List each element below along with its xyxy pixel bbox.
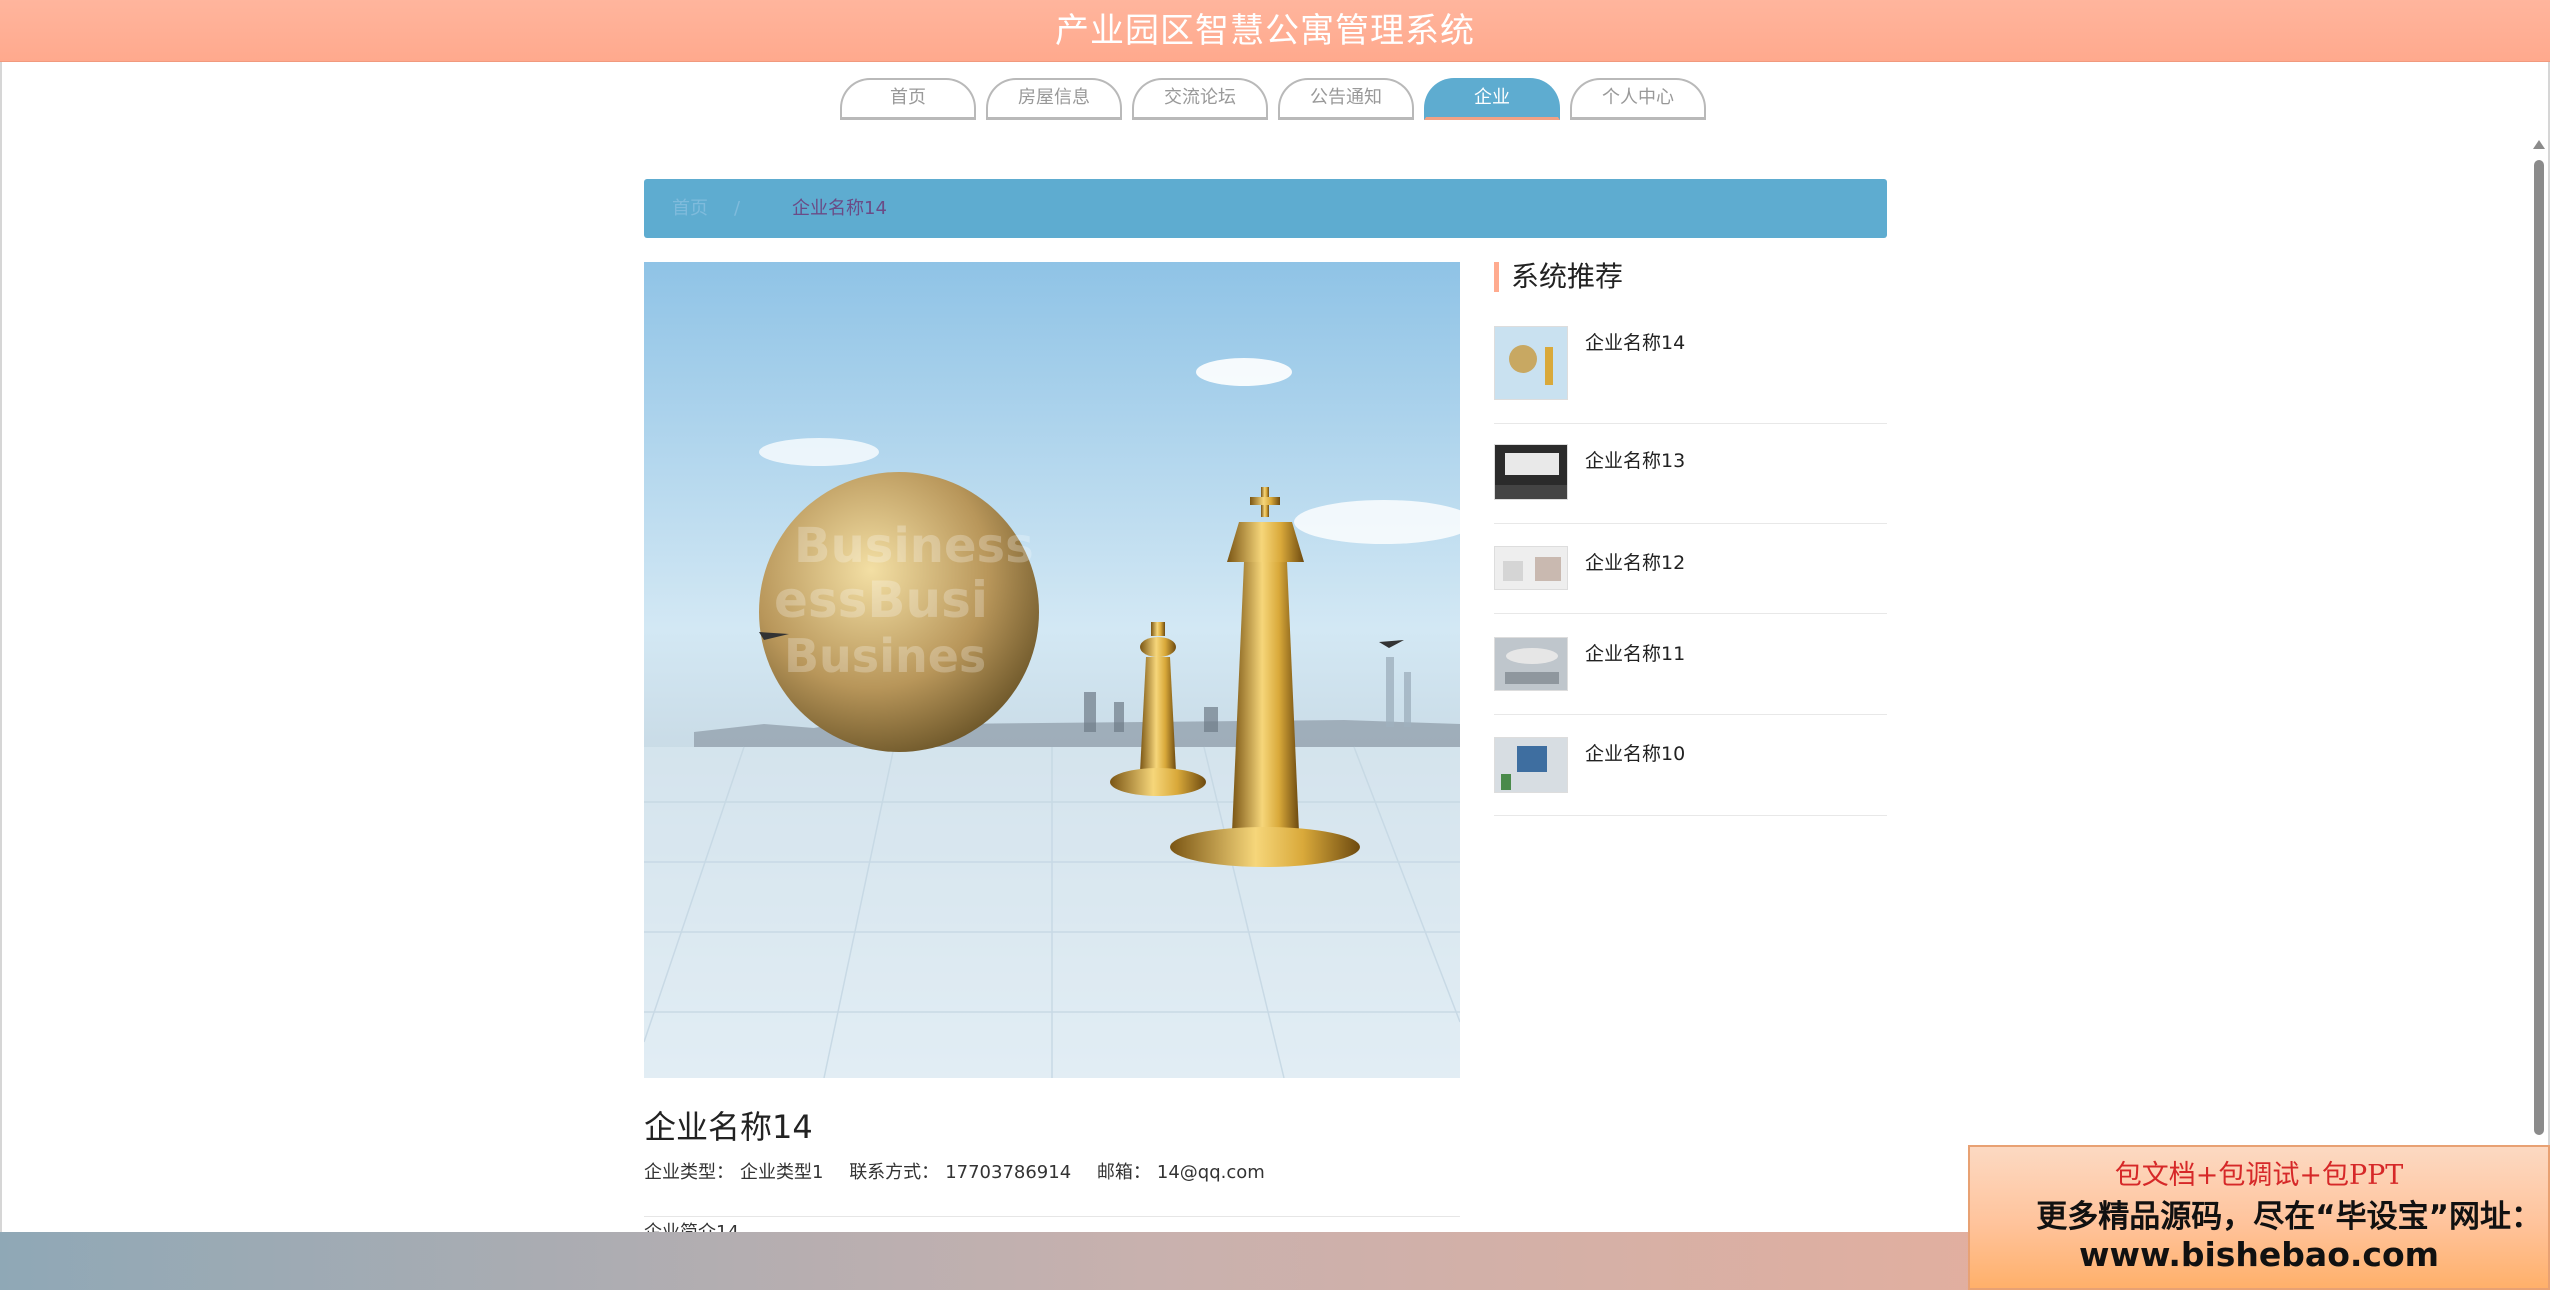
recommend-thumbnail[interactable] — [1494, 326, 1568, 400]
promo-line-1: 包文档+包调试+包PPT — [2114, 1160, 2404, 1191]
nav-item-enterprise[interactable]: 企业 — [1424, 78, 1560, 120]
breadcrumb-separator: / — [734, 198, 741, 219]
breadcrumb: 首页 / 企业名称14 — [644, 179, 1887, 238]
nav-item-forum[interactable]: 交流论坛 — [1132, 78, 1268, 120]
nav-item-home[interactable]: 首页 — [840, 78, 976, 120]
nav-item-personal-center[interactable]: 个人中心 — [1570, 78, 1706, 120]
recommend-thumbnail[interactable] — [1494, 546, 1568, 590]
top-header: 产业园区智慧公寓管理系统 — [0, 0, 2550, 62]
recommend-item-name[interactable]: 企业名称10 — [1585, 739, 1685, 766]
recommend-item-name[interactable]: 企业名称13 — [1585, 446, 1685, 473]
enterprise-type-value: 企业类型1 — [740, 1162, 824, 1183]
promo-line-2: 更多精品源码，尽在“毕设宝”网址： — [2036, 1199, 2542, 1235]
enterprise-title: 企业名称14 — [644, 1108, 813, 1146]
svg-text:essBusi: essBusi — [774, 571, 988, 629]
recommend-item[interactable]: 企业名称10 — [1494, 737, 1887, 816]
nav-item-housing[interactable]: 房屋信息 — [986, 78, 1122, 120]
scroll-up-arrow-icon[interactable] — [2533, 140, 2545, 149]
recommend-item[interactable]: 企业名称13 — [1494, 444, 1887, 524]
enterprise-meta: 企业类型： 企业类型1 联系方式： 17703786914 邮箱： 14@qq.com — [644, 1158, 1271, 1184]
enterprise-main-image: Business essBusi Busines — [644, 262, 1460, 1078]
svg-text:Business: Business — [794, 518, 1034, 574]
recommend-thumbnail[interactable] — [1494, 737, 1568, 793]
breadcrumb-current: 企业名称14 — [792, 198, 887, 219]
recommend-item-name[interactable]: 企业名称11 — [1585, 639, 1685, 666]
promo-url[interactable]: www.bishebao.com — [1970, 1235, 2548, 1274]
site-title: 产业园区智慧公寓管理系统 — [1055, 11, 1475, 51]
recommend-item[interactable]: 企业名称11 — [1494, 637, 1887, 715]
enterprise-contact-value: 17703786914 — [945, 1162, 1072, 1183]
enterprise-email-label: 邮箱： — [1096, 1162, 1151, 1183]
scrollbar-thumb[interactable] — [2534, 160, 2544, 1135]
recommend-item[interactable]: 企业名称14 — [1494, 322, 1887, 424]
detail-divider — [644, 1216, 1460, 1217]
nav-item-notices[interactable]: 公告通知 — [1278, 78, 1414, 120]
promo-banner[interactable]: 包文档+包调试+包PPT 更多精品源码，尽在“毕设宝”网址： www.bishe… — [1968, 1145, 2550, 1290]
recommend-thumbnail[interactable] — [1494, 637, 1568, 691]
page-scrollbar[interactable] — [2530, 140, 2548, 1140]
recommend-item[interactable]: 企业名称12 — [1494, 546, 1887, 614]
recommend-item-name[interactable]: 企业名称12 — [1585, 548, 1685, 575]
recommend-item-name[interactable]: 企业名称14 — [1585, 328, 1685, 355]
enterprise-type-label: 企业类型： — [644, 1162, 734, 1183]
breadcrumb-home-link[interactable]: 首页 — [672, 179, 708, 238]
recommend-heading: 系统推荐 — [1494, 262, 1623, 292]
recommend-thumbnail[interactable] — [1494, 444, 1568, 500]
main-nav: 首页 房屋信息 交流论坛 公告通知 企业 个人中心 — [840, 78, 1720, 122]
svg-text:Busines: Busines — [784, 629, 986, 683]
enterprise-email-value: 14@qq.com — [1156, 1162, 1265, 1183]
enterprise-contact-label: 联系方式： — [849, 1162, 940, 1183]
